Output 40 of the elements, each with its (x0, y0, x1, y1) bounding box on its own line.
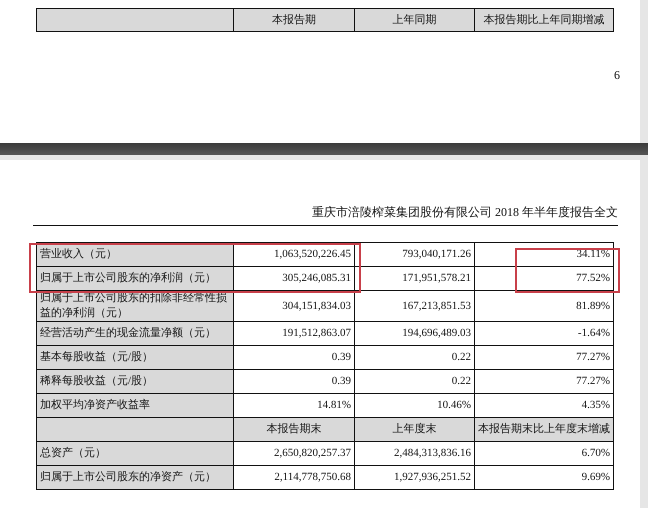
table-cell: 77.52% (474, 266, 614, 290)
table-cell: 0.39 (234, 346, 354, 370)
column-header: 本报告期末比上年度末增减 (474, 418, 614, 442)
page-number: 6 (614, 68, 620, 83)
column-header: 本报告期 (234, 8, 354, 32)
table-cell: 1,927,936,251.52 (354, 466, 474, 490)
table-cell: -1.64% (474, 322, 614, 346)
row-label: 稀释每股收益（元/股） (36, 370, 234, 394)
row-label: 经营活动产生的现金流量净额（元） (36, 322, 234, 346)
column-header: 上年度末 (354, 418, 474, 442)
table-cell: 305,246,085.31 (234, 266, 354, 290)
row-label: 营业收入（元） (36, 242, 234, 266)
table-cell: 0.39 (234, 370, 354, 394)
table-cell: 167,213,851.53 (354, 290, 474, 322)
table-cell: 34.11% (474, 242, 614, 266)
table-cell: 0.22 (354, 346, 474, 370)
table-cell: 6.70% (474, 442, 614, 466)
table-cell: 793,040,171.26 (354, 242, 474, 266)
table-cell: 0.22 (354, 370, 474, 394)
row-label: 总资产（元） (36, 442, 234, 466)
running-header: 重庆市涪陵榨菜集团股份有限公司 2018 年半年度报告全文 (312, 204, 618, 221)
row-label: 归属于上市公司股东的净资产（元） (36, 466, 234, 490)
column-header: 上年同期 (354, 8, 474, 32)
table-cell: 1,063,520,226.45 (234, 242, 354, 266)
row-label: 基本每股收益（元/股） (36, 346, 234, 370)
column-header: 本报告期比上年同期增减 (474, 8, 614, 32)
table-cell: 171,951,578.21 (354, 266, 474, 290)
table-cell: 304,151,834.03 (234, 290, 354, 322)
table-cell: 191,512,863.07 (234, 322, 354, 346)
table-cell: 2,484,313,836.16 (354, 442, 474, 466)
row-label: 归属于上市公司股东的净利润（元） (36, 266, 234, 290)
table-cell: 81.89% (474, 290, 614, 322)
table-cell: 194,696,489.03 (354, 322, 474, 346)
table-cell: 77.27% (474, 346, 614, 370)
column-header: 本报告期末 (234, 418, 354, 442)
table-cell: 9.69% (474, 466, 614, 490)
table-cell: 77.27% (474, 370, 614, 394)
table-cell: 2,650,820,257.37 (234, 442, 354, 466)
row-label: 加权平均净资产收益率 (36, 394, 234, 418)
table-cell: 2,114,778,750.68 (234, 466, 354, 490)
